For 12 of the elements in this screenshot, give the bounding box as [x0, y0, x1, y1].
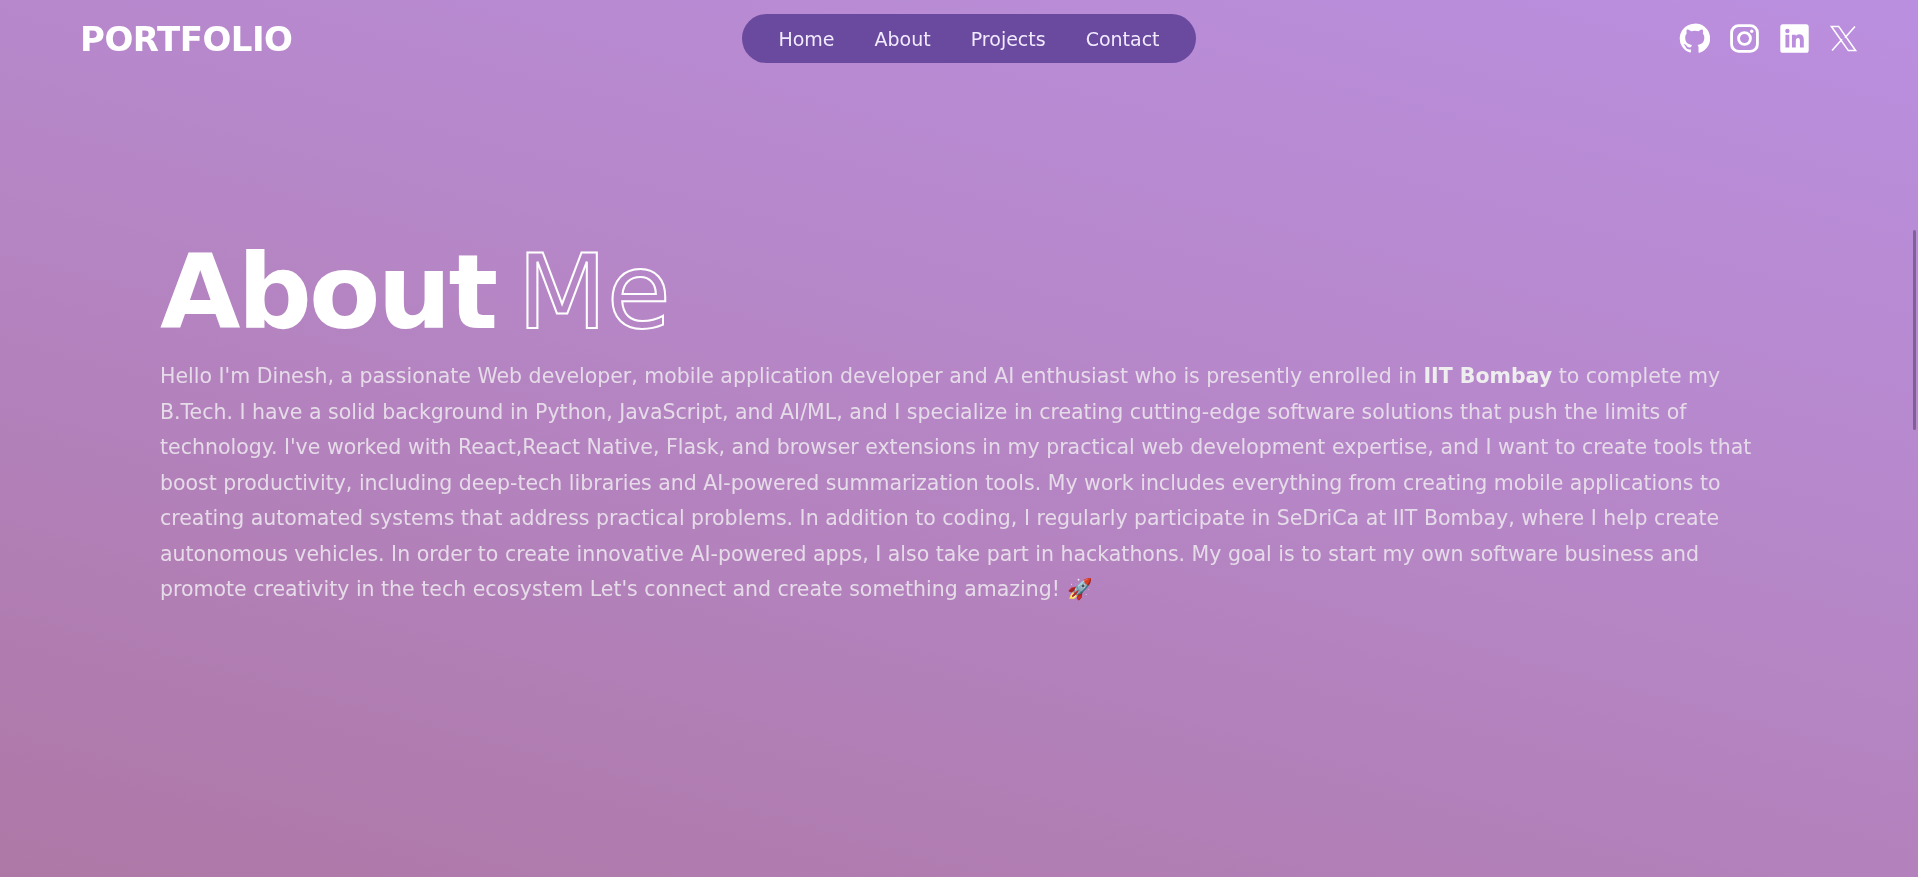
scrollbar-thumb[interactable] [1913, 230, 1916, 430]
github-icon[interactable] [1679, 23, 1710, 54]
nav-link[interactable]: Contact [1065, 19, 1180, 58]
instagram-icon[interactable] [1729, 23, 1760, 54]
nav-link[interactable]: About [854, 19, 951, 58]
nav-link[interactable]: Home [758, 19, 855, 58]
outlined-heading-text: Me [517, 235, 671, 350]
x-icon[interactable] [1829, 24, 1858, 53]
nav-link[interactable]: Projects [950, 19, 1066, 58]
linkedin-icon[interactable] [1779, 23, 1810, 54]
about-paragraph: Hello I'm Dinesh, a passionate Web developer, mobile application developer and AI enthusiast who is presently enrolled in IIT Bombay to complete my B.Tech. I have a solid background in Python, JavaScript, and AI/ML, and I specialize in creating cutting-edge software solutions that push the limits of technology. I've worked with React,React Native, Flask, and browser extensions in my practical web development expertise, and I want to create tools that boost productivity, including deep-tech libraries and AI-powered summarization tools. My work includes everything from creating mobile applications to creating automated systems that address practical problems. In addition to coding, I regularly participate in SeDriCa at IIT Bombay, where I help create autonomous vehicles. In order to create innovative AI-powered apps, I also take part in hackathons. My goal is to start my own software business and promote creativity in the tech ecosystem Let's connect and create something amazing! 🚀 [160, 363, 1753, 604]
heading-text: About [160, 235, 496, 350]
